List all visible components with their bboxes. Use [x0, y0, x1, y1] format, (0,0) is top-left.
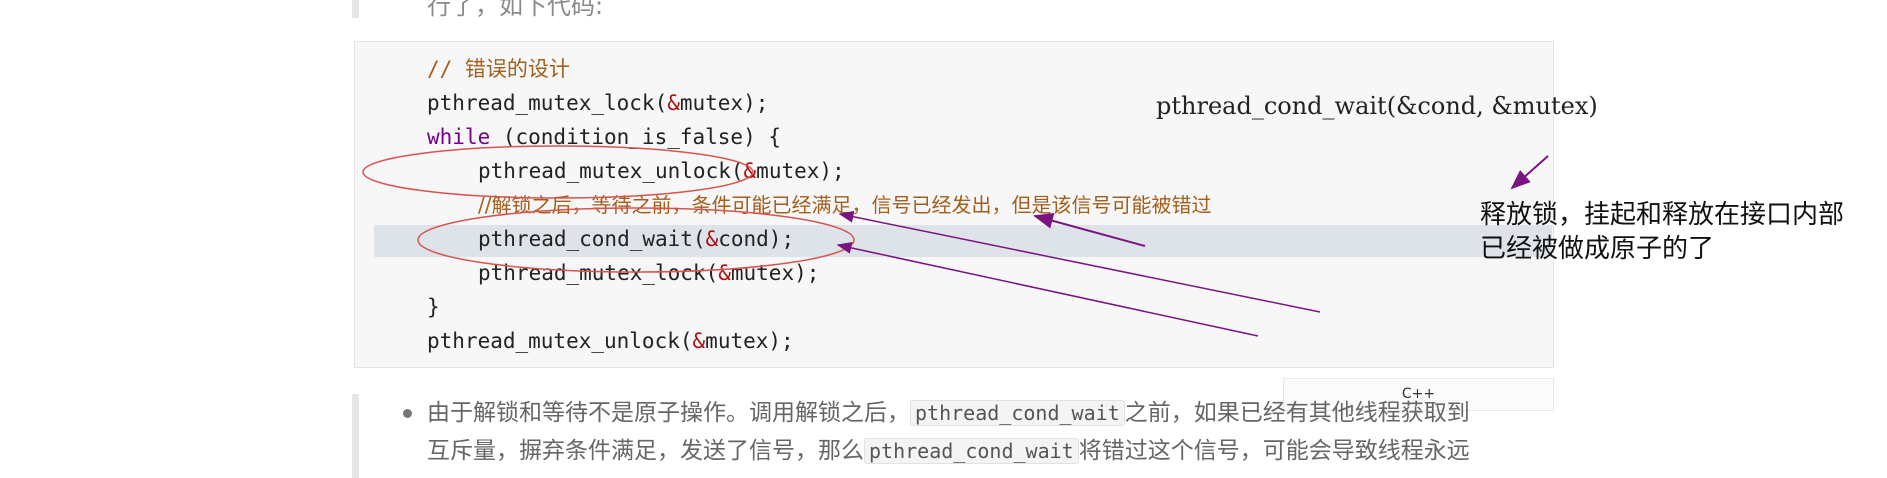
blockquote-bar	[352, 394, 359, 478]
inline-code: pthread_cond_wait	[910, 400, 1125, 426]
bullet-text-line: 由于解锁和等待不是原子操作。调用解锁之后， pthread_cond_wait 之前…	[427, 400, 1470, 426]
unlock-ellipse	[362, 145, 754, 199]
arrow-line	[1033, 213, 1146, 247]
bullet-text-line: 互斥量，摒弃条件满足，发送了信号，那么 pthread_cond_wait 将错过这…	[427, 438, 1470, 464]
bullet-dot	[403, 409, 412, 418]
inline-code: pthread_cond_wait	[864, 438, 1079, 464]
arrow-line	[836, 241, 1259, 337]
arrow-line	[1510, 155, 1549, 190]
cond-wait-ellipse	[417, 207, 855, 273]
